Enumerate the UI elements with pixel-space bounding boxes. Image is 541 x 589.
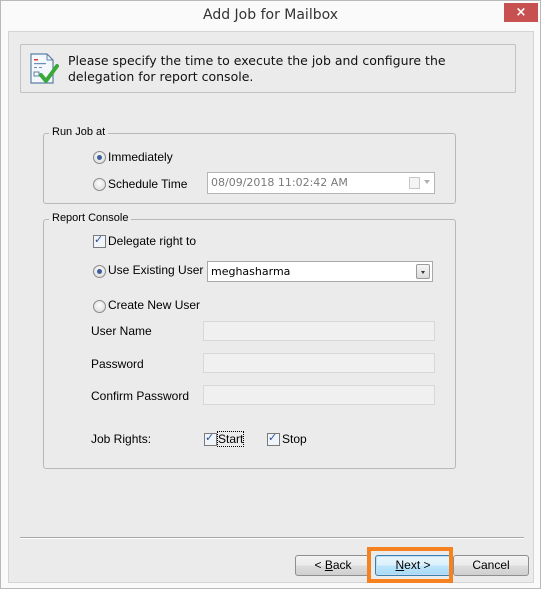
run-job-legend: Run Job at (49, 126, 109, 138)
schedule-datetime-picker[interactable]: 08/09/2018 11:02:42 AM (207, 172, 435, 194)
user-name-label: User Name (91, 324, 152, 338)
cancel-button[interactable]: Cancel (453, 555, 529, 576)
report-console-legend: Report Console (49, 212, 132, 224)
delegate-right-checkbox[interactable]: ✓ (93, 233, 106, 248)
checkmark-icon: ✓ (268, 431, 278, 444)
password-label: Password (91, 357, 144, 371)
existing-user-combobox[interactable]: meghasharma (207, 261, 433, 282)
immediately-label[interactable]: Immediately (108, 150, 173, 164)
immediately-radio[interactable] (93, 151, 106, 164)
create-new-user-radio[interactable] (93, 300, 106, 313)
instruction-text: Please specify the time to execute the j… (68, 53, 446, 84)
password-input[interactable] (203, 353, 435, 373)
schedule-time-radio[interactable] (93, 178, 106, 191)
document-checklist-check-icon (30, 53, 59, 84)
use-existing-user-label[interactable]: Use Existing User (108, 263, 203, 277)
user-name-input[interactable] (203, 321, 435, 341)
checkmark-icon: ✓ (94, 233, 104, 246)
confirm-password-label: Confirm Password (91, 389, 190, 403)
dialog-body: Please specify the time to execute the j… (8, 31, 534, 583)
schedule-datetime-value: 08/09/2018 11:02:42 AM (211, 176, 348, 189)
title-bar[interactable]: Add Job for Mailbox × (1, 1, 540, 31)
instruction-banner: Please specify the time to execute the j… (20, 44, 516, 93)
confirm-password-input[interactable] (203, 385, 435, 405)
calendar-icon[interactable] (409, 177, 420, 189)
existing-user-value: meghasharma (211, 265, 291, 278)
start-right-label[interactable]: Start (216, 431, 245, 447)
add-job-dialog: Add Job for Mailbox × Please specify the… (0, 0, 541, 589)
checkmark-icon: ✓ (205, 431, 215, 444)
job-rights-label: Job Rights: (91, 432, 152, 446)
delegate-right-label[interactable]: Delegate right to (108, 234, 196, 248)
footer-separator (20, 537, 524, 539)
back-button[interactable]: < Back (295, 555, 371, 576)
close-button[interactable]: × (504, 3, 538, 22)
dropdown-arrow-icon[interactable] (416, 264, 430, 279)
stop-right-checkbox[interactable]: ✓ (267, 431, 280, 446)
next-button-highlight (367, 547, 453, 583)
use-existing-user-radio[interactable] (93, 265, 106, 278)
stop-right-label[interactable]: Stop (282, 432, 307, 446)
start-right-checkbox[interactable]: ✓ (204, 431, 217, 446)
dialog-title: Add Job for Mailbox (202, 7, 339, 23)
close-icon: × (515, 5, 527, 20)
schedule-time-label[interactable]: Schedule Time (108, 177, 187, 191)
chevron-down-icon[interactable] (424, 180, 430, 184)
create-new-user-label[interactable]: Create New User (108, 298, 200, 312)
